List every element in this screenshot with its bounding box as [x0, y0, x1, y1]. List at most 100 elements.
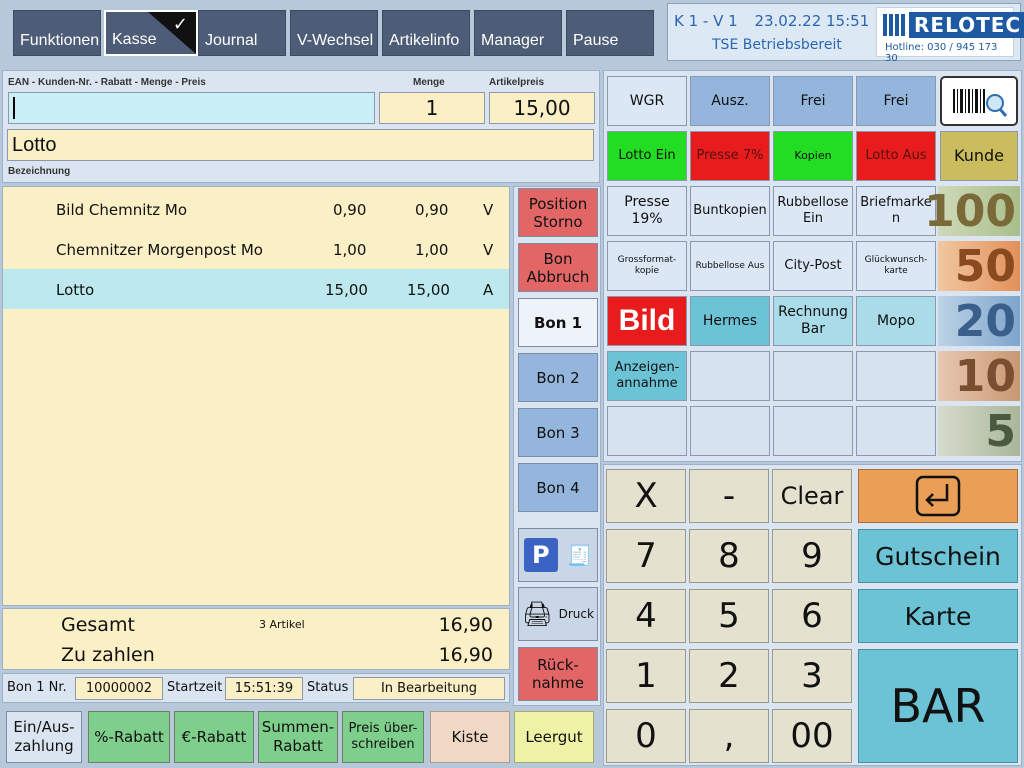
lotto-ein-button[interactable]: Lotto Ein	[607, 131, 687, 181]
ean-input[interactable]	[8, 92, 375, 124]
menu-kasse[interactable]: ✓ Kasse	[104, 10, 198, 56]
rubbellose-aus-button[interactable]: Rubbellose Aus	[690, 241, 770, 291]
enter-button[interactable]	[858, 469, 1018, 523]
banknote-5[interactable]: 5	[938, 406, 1020, 457]
banknote-50[interactable]: 50	[938, 241, 1020, 292]
empty-grid-button[interactable]	[607, 406, 687, 456]
banknote-100[interactable]: 100	[924, 186, 1020, 237]
banknote-20[interactable]: 20	[938, 296, 1020, 347]
gutschein-button[interactable]: Gutschein	[858, 529, 1018, 583]
key-label: 8	[718, 536, 740, 576]
datetime: 23.02.22 15:51	[754, 12, 870, 30]
menu-artikelinfo[interactable]: Artikelinfo	[382, 10, 470, 56]
mopo-button[interactable]: Mopo	[856, 296, 936, 346]
city-post-button[interactable]: City-Post	[773, 241, 853, 291]
karte-button[interactable]: Karte	[858, 589, 1018, 643]
bezeichnung-field[interactable]: Lotto	[7, 129, 594, 161]
bon-abbruch-button[interactable]: Bon Abbruch	[518, 243, 598, 292]
bon-2-button[interactable]: Bon 2	[518, 353, 598, 402]
frei-button-2[interactable]: Frei	[856, 76, 936, 126]
button-label: Position Storno	[528, 194, 588, 231]
druck-button[interactable]: 🖨 Druck	[518, 587, 598, 641]
menu-funktionen[interactable]: Funktionen	[13, 10, 101, 56]
wgr-button[interactable]: WGR	[607, 76, 687, 126]
item-price: 15,00	[325, 281, 368, 299]
clear-button[interactable]: Clear	[772, 469, 852, 523]
key-7[interactable]: 7	[606, 529, 686, 583]
button-label: Preis über-schreiben	[348, 720, 418, 752]
glueckwunschkarte-button[interactable]: Glückwunsch-karte	[856, 241, 936, 291]
grossformatkopie-button[interactable]: Grossformat-kopie	[607, 241, 687, 291]
preis-field[interactable]: 15,00	[489, 92, 595, 124]
empty-grid-button[interactable]	[773, 351, 853, 401]
key-9[interactable]: 9	[772, 529, 852, 583]
rubbellose-ein-button[interactable]: Rubbellose Ein	[773, 186, 853, 236]
empty-grid-button[interactable]	[773, 406, 853, 456]
euro-rabatt-button[interactable]: €-Rabatt	[174, 711, 254, 763]
empty-grid-button[interactable]	[856, 351, 936, 401]
frei-button-1[interactable]: Frei	[773, 76, 853, 126]
menu-manager[interactable]: Manager	[474, 10, 562, 56]
multiply-button[interactable]: X	[606, 469, 686, 523]
startzeit-field: 15:51:39	[225, 677, 303, 700]
key-2[interactable]: 2	[689, 649, 769, 703]
list-item[interactable]: Chemnitzer Morgenpost Mo 1,00 1,00 V	[3, 229, 509, 269]
key-6[interactable]: 6	[772, 589, 852, 643]
key-3[interactable]: 3	[772, 649, 852, 703]
preis-ueberschreiben-button[interactable]: Preis über-schreiben	[342, 711, 424, 763]
menu-journal[interactable]: Journal	[198, 10, 286, 56]
menu-pause[interactable]: Pause	[566, 10, 654, 56]
ein-auszahlung-button[interactable]: Ein/Aus-zahlung	[6, 711, 82, 763]
summen-rabatt-button[interactable]: Summen-Rabatt	[258, 711, 338, 763]
key-4[interactable]: 4	[606, 589, 686, 643]
empty-grid-button[interactable]	[856, 406, 936, 456]
bon-3-button[interactable]: Bon 3	[518, 408, 598, 457]
button-label: Bon 2	[536, 368, 580, 387]
hermes-button[interactable]: Hermes	[690, 296, 770, 346]
key-1[interactable]: 1	[606, 649, 686, 703]
anzeigenannahme-button[interactable]: Anzeigen-annahme	[607, 351, 687, 401]
empty-grid-button[interactable]	[690, 406, 770, 456]
key-5[interactable]: 5	[689, 589, 769, 643]
minus-button[interactable]: -	[689, 469, 769, 523]
rechnung-bar-button[interactable]: Rechnung Bar	[773, 296, 853, 346]
kiste-button[interactable]: Kiste	[430, 711, 510, 763]
key-label: 1	[635, 656, 657, 696]
comma-button[interactable]: ,	[689, 709, 769, 763]
ruecknahme-button[interactable]: Rück-nahme	[518, 647, 598, 701]
key-00[interactable]: 00	[772, 709, 852, 763]
list-item[interactable]: Bild Chemnitz Mo 0,90 0,90 V	[3, 189, 509, 229]
menge-field[interactable]: 1	[379, 92, 485, 124]
presse-19-button[interactable]: Presse 19%	[607, 186, 687, 236]
key-8[interactable]: 8	[689, 529, 769, 583]
kunde-button[interactable]: Kunde	[940, 131, 1018, 181]
menu-v-wechsel[interactable]: V-Wechsel	[290, 10, 378, 56]
menu-label: Pause	[573, 32, 619, 49]
list-item-selected[interactable]: Lotto 15,00 15,00 A	[3, 269, 509, 309]
terminal-info: K 1 - V 1 23.02.22 15:51 TSE Betriebsber…	[667, 3, 1024, 64]
key-0[interactable]: 0	[606, 709, 686, 763]
item-name: Chemnitzer Morgenpost Mo	[56, 241, 263, 259]
bar-button[interactable]: BAR	[858, 649, 1018, 763]
empty-grid-button[interactable]	[690, 351, 770, 401]
lotto-aus-button[interactable]: Lotto Aus	[856, 131, 936, 181]
terminal-line: K 1 - V 1 23.02.22 15:51	[674, 12, 869, 30]
button-label: Frei	[800, 92, 826, 109]
bild-button[interactable]: Bild	[607, 296, 687, 346]
bon-4-button[interactable]: Bon 4	[518, 463, 598, 512]
presse-7-button[interactable]: Presse 7%	[690, 131, 770, 181]
bon-controls: Position Storno Bon Abbruch Bon 1 Bon 2 …	[513, 186, 601, 706]
tse-status: TSE Betriebsbereit	[712, 37, 842, 53]
button-label: Bon 3	[536, 423, 580, 442]
ean-label: EAN - Kunden-Nr. - Rabatt - Menge - Prei…	[8, 77, 206, 88]
buntkopien-button[interactable]: Buntkopien	[690, 186, 770, 236]
position-storno-button[interactable]: Position Storno	[518, 188, 598, 237]
barcode-scan-button[interactable]	[940, 76, 1018, 126]
park-bon-button[interactable]: P 🧾	[518, 528, 598, 582]
ausz-button[interactable]: Ausz.	[690, 76, 770, 126]
bon-1-button[interactable]: Bon 1	[518, 298, 598, 347]
leergut-button[interactable]: Leergut	[514, 711, 594, 763]
banknote-10[interactable]: 10	[938, 351, 1020, 402]
kopien-button[interactable]: Kopien	[773, 131, 853, 181]
prozent-rabatt-button[interactable]: %-Rabatt	[88, 711, 170, 763]
